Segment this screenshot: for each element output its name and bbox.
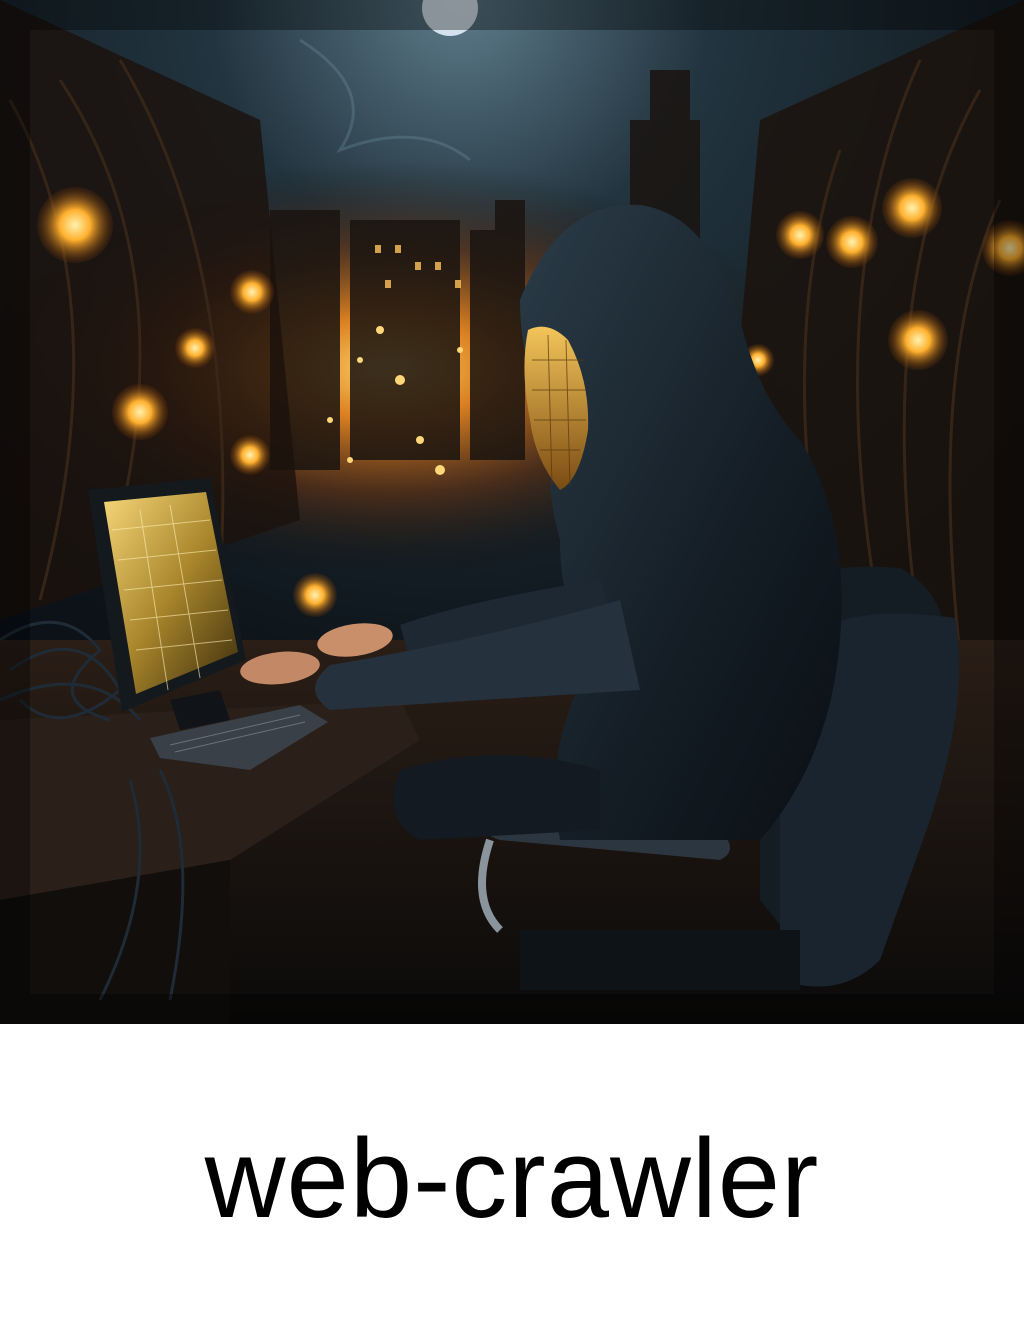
bulb-icon xyxy=(230,270,274,314)
bulb-icon xyxy=(293,573,337,617)
bulb-icon xyxy=(37,187,113,263)
bulb-icon xyxy=(882,178,942,238)
caption-text: web-crawler xyxy=(204,1116,820,1241)
caption-area: web-crawler xyxy=(0,1024,1024,1324)
bulb-icon xyxy=(175,328,215,368)
bulb-icon xyxy=(888,310,948,370)
bulb-icon xyxy=(826,216,878,268)
hacker-scene-illustration xyxy=(0,0,1024,1024)
bulb-icon xyxy=(230,435,270,475)
hero-photo xyxy=(0,0,1024,1024)
bulb-icon xyxy=(776,211,824,259)
bulb-icon xyxy=(112,384,168,440)
